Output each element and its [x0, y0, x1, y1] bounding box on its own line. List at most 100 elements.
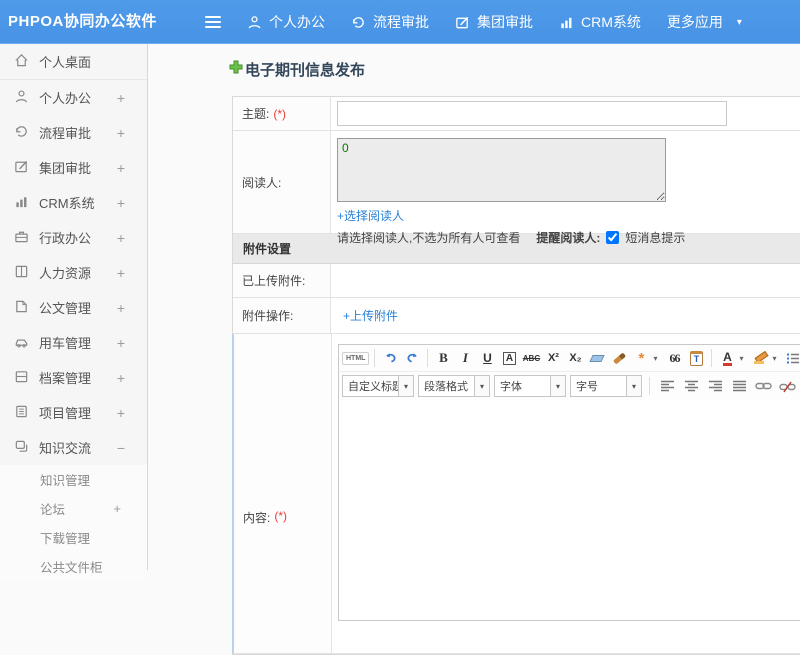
expand-plus-icon[interactable]: + [117, 160, 125, 176]
superscript-button[interactable]: X² [543, 348, 563, 368]
align-justify-icon[interactable] [729, 376, 749, 396]
top-navbar: PHPOA协同办公软件 个人办公 流程审批 集团审批 CRM系统 更多应用 ▾ [0, 0, 800, 44]
upload-attachment-link[interactable]: +上传附件 [343, 307, 398, 324]
sidebar: 个人桌面 个人办公 + 流程审批 + 集团审批 + CRM系统 + 行政办公 + [0, 44, 148, 581]
auto-typeset-wand-icon[interactable]: * [631, 348, 651, 368]
subject-row: 主题: (*) [233, 97, 800, 131]
layers-icon [14, 439, 29, 457]
font-family-dropdown[interactable]: 字体 ▾ [494, 375, 566, 397]
unlink-icon[interactable] [777, 376, 797, 396]
project-icon [14, 404, 29, 422]
expand-plus-icon[interactable]: + [117, 230, 125, 246]
history-icon [14, 124, 29, 142]
chevron-down-icon[interactable]: ▾ [653, 354, 662, 363]
content-label: 内容: [243, 511, 271, 525]
collapse-minus-icon[interactable]: − [117, 440, 125, 456]
chevron-down-icon[interactable]: ▾ [737, 17, 742, 28]
italic-button[interactable]: I [455, 348, 475, 368]
format-painter-brush-icon[interactable] [609, 348, 629, 368]
nav-item-group-approval[interactable]: 集团审批 [455, 12, 533, 32]
uploaded-attachments-row: 已上传附件: [233, 264, 800, 298]
sidebar-item-knowledge[interactable]: 知识交流 − [0, 430, 147, 465]
remove-format-eraser-icon[interactable] [587, 348, 607, 368]
readers-textarea[interactable]: 0 [337, 138, 666, 202]
align-left-icon[interactable] [657, 376, 677, 396]
font-size-dropdown[interactable]: 字号 ▾ [570, 375, 642, 397]
underline-button[interactable]: U [477, 348, 497, 368]
hamburger-menu-icon[interactable] [205, 16, 221, 28]
expand-plus-icon[interactable]: + [113, 501, 121, 516]
publish-form: 主题: (*) 阅读人: 0 +选择阅读人 请选择阅读人,不选为所有人可查看 提… [232, 96, 800, 655]
sidebar-subitem-knowledge-mgmt[interactable]: 知识管理 [0, 465, 147, 494]
expand-plus-icon[interactable]: + [117, 90, 125, 106]
font-border-button[interactable]: A [499, 348, 519, 368]
sidebar-item-crm[interactable]: CRM系统 + [0, 185, 147, 220]
sidebar-item-workflow-approval[interactable]: 流程审批 + [0, 115, 147, 150]
user-icon [247, 15, 262, 30]
nav-item-crm[interactable]: CRM系统 [559, 12, 641, 32]
source-code-button[interactable]: HTML [342, 348, 370, 368]
expand-plus-icon[interactable]: + [117, 265, 125, 281]
nav-item-more-apps[interactable]: 更多应用 [667, 12, 723, 32]
expand-plus-icon[interactable]: + [117, 335, 125, 351]
highlight-marker-icon[interactable] [750, 348, 770, 368]
chevron-down-icon: ▾ [474, 376, 489, 396]
chevron-down-icon[interactable]: ▾ [772, 354, 781, 363]
toolbar-separator [711, 349, 713, 367]
sidebar-item-projects[interactable]: 项目管理 + [0, 395, 147, 430]
sidebar-subitem-public-cabinet[interactable]: 公共文件柜 [0, 552, 147, 581]
sidebar-item-archives[interactable]: 档案管理 + [0, 360, 147, 395]
uploaded-attachments-value [331, 264, 800, 297]
sidebar-item-group-approval[interactable]: 集团审批 + [0, 150, 147, 185]
sms-notify-checkbox[interactable] [606, 231, 620, 244]
undo-icon[interactable] [380, 348, 400, 368]
sidebar-item-admin-office[interactable]: 行政办公 + [0, 220, 147, 255]
choose-readers-link[interactable]: +选择阅读人 [337, 209, 404, 223]
chevron-down-icon[interactable]: ▾ [739, 354, 748, 363]
subject-input[interactable] [337, 101, 727, 126]
bold-button[interactable]: B [433, 348, 453, 368]
blockquote-button[interactable]: 66 [664, 348, 684, 368]
editor-content-area[interactable] [339, 400, 800, 620]
expand-plus-icon[interactable]: + [117, 405, 125, 421]
link-icon[interactable] [753, 376, 773, 396]
chart-icon [14, 194, 29, 212]
subscript-button[interactable]: X₂ [565, 348, 585, 368]
sidebar-item-desktop[interactable]: 个人桌面 [0, 44, 147, 80]
strikethrough-button[interactable]: ABC [521, 348, 541, 368]
sidebar-item-documents[interactable]: 公文管理 + [0, 290, 147, 325]
expand-plus-icon[interactable]: + [117, 300, 125, 316]
app-logo: PHPOA协同办公软件 [8, 13, 157, 30]
attachment-operation-label: 附件操作: [242, 309, 294, 323]
sidebar-item-vehicles[interactable]: 用车管理 + [0, 325, 147, 360]
nav-item-workflow-approval[interactable]: 流程审批 [351, 12, 429, 32]
align-center-icon[interactable] [681, 376, 701, 396]
readers-row: 阅读人: 0 +选择阅读人 请选择阅读人,不选为所有人可查看 提醒阅读人: 短消… [233, 131, 800, 245]
expand-plus-icon[interactable]: + [117, 125, 125, 141]
align-right-icon[interactable] [705, 376, 725, 396]
sidebar-item-personal-office[interactable]: 个人办公 + [0, 80, 147, 115]
paste-plain-text-icon[interactable]: T [686, 348, 706, 368]
redo-icon[interactable] [402, 348, 422, 368]
expand-plus-icon[interactable]: + [117, 370, 125, 386]
user-icon [14, 89, 29, 107]
font-color-button[interactable]: A [717, 348, 737, 368]
nav-item-personal-office[interactable]: 个人办公 [247, 12, 325, 32]
ordered-list-icon[interactable] [783, 348, 800, 368]
sidebar-subitem-downloads[interactable]: 下载管理 [0, 523, 147, 552]
car-icon [14, 334, 29, 352]
uploaded-attachments-label: 已上传附件: [242, 274, 306, 288]
chevron-down-icon: ▾ [550, 376, 565, 396]
main-content: 电子期刊信息发布 主题: (*) 阅读人: 0 +选择阅读人 请选择阅读人,不选… [149, 44, 800, 655]
book-icon [14, 264, 29, 282]
custom-title-dropdown[interactable]: 自定义标题 ▾ [342, 375, 414, 397]
expand-plus-icon[interactable]: + [117, 195, 125, 211]
archive-icon [14, 369, 29, 387]
remind-readers-label: 提醒阅读人: [536, 231, 601, 245]
rich-text-editor: HTML B I U A ABC X² X₂ * ▾ 66 T A ▾ ▾ 自定… [338, 344, 800, 621]
edit-icon [14, 159, 29, 177]
paragraph-format-dropdown[interactable]: 段落格式 ▾ [418, 375, 490, 397]
sidebar-item-hr[interactable]: 人力资源 + [0, 255, 147, 290]
sidebar-subitem-forum[interactable]: 论坛 + [0, 494, 147, 523]
toolbar-separator [649, 377, 650, 395]
